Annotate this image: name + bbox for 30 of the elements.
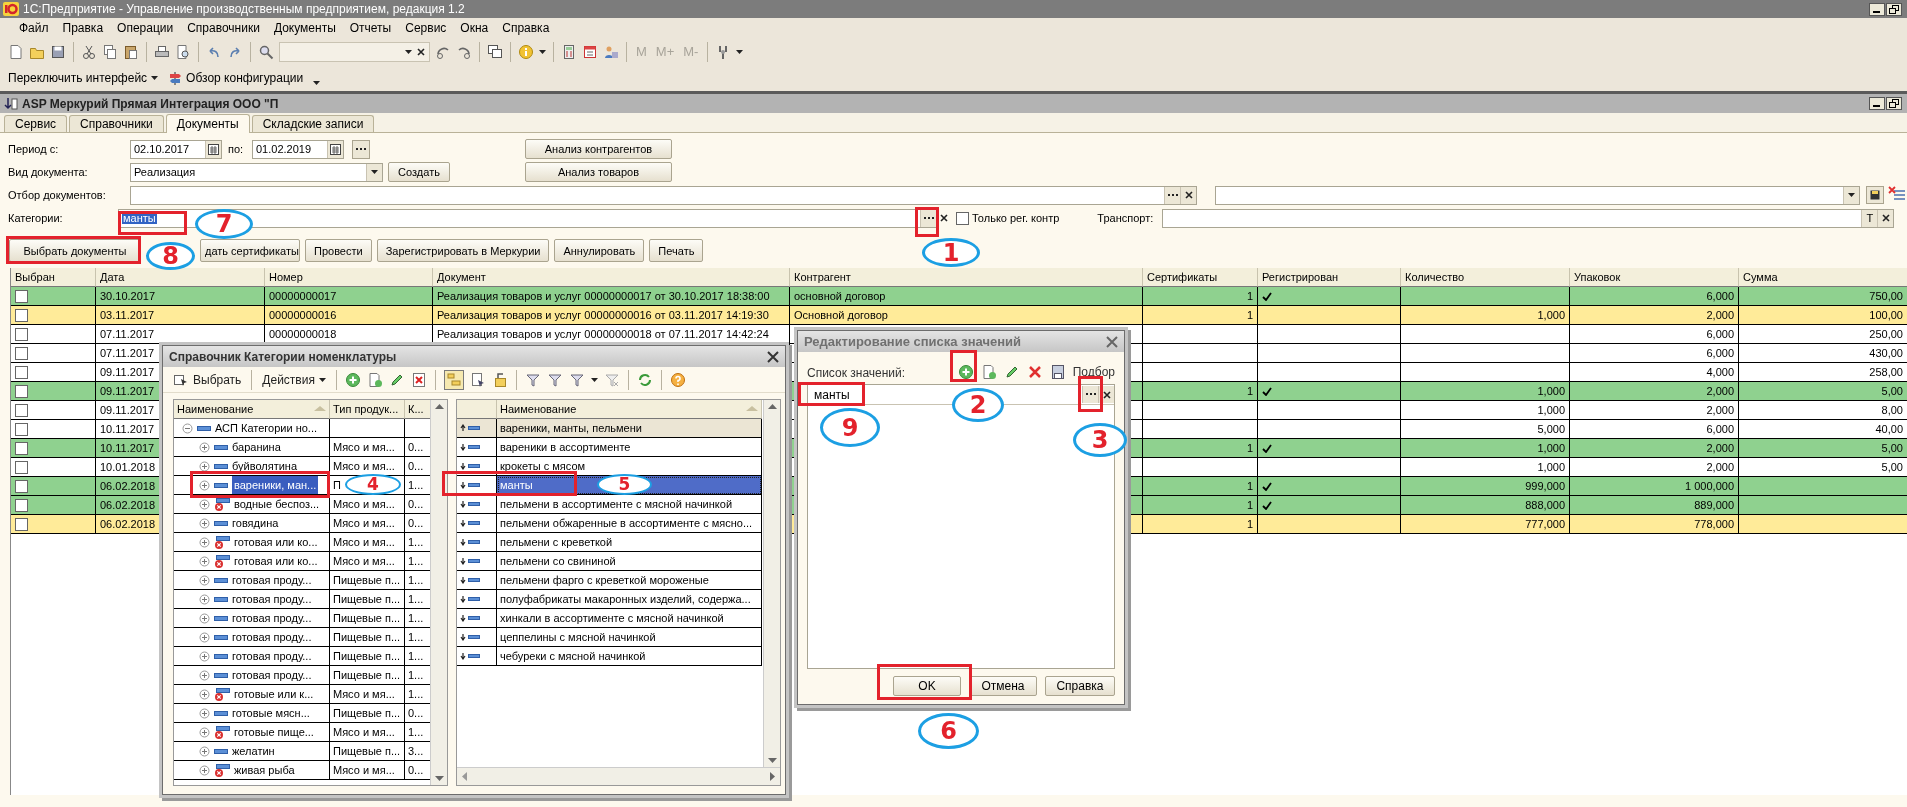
table-cell: Мясо и мя... (330, 685, 405, 704)
dialog-title: Редактирование списка значений (804, 334, 1022, 349)
table-cell: Пищевые п... (330, 742, 405, 761)
field-label: Категории: (8, 212, 64, 224)
table-cell: Пищевые п... (330, 628, 405, 647)
table-cell: 1 (1143, 515, 1258, 534)
field-label: Вид документа: (8, 166, 89, 178)
field-label: Список значений: (807, 366, 906, 380)
table-cell: Мясо и мя... (330, 761, 405, 780)
table-cell: Пищевые п... (330, 571, 405, 590)
table-cell: Мясо и мя... (330, 552, 405, 571)
table-cell: Мясо и мя... (330, 533, 405, 552)
checkbox-label: Только рег. контр (972, 212, 1060, 224)
field-label: Отбор документов: (8, 189, 107, 201)
table-cell: 777,000 (1401, 515, 1570, 534)
window-title: ASP Меркурий Прямая Интеграция ООО "П (22, 96, 280, 111)
window-title: 1С:Предприятие - Управление производственным предприятием, редакция 1.2 (23, 2, 466, 16)
table-cell: Мясо и мя... (330, 495, 405, 514)
table-cell: Пищевые п... (330, 609, 405, 628)
table-cell: Пищевые п... (330, 647, 405, 666)
table-cell: Пищевые п... (330, 590, 405, 609)
table-cell: Мясо и мя... (330, 723, 405, 742)
table-cell: Мясо и мя... (330, 438, 405, 457)
field-label: Период с: (8, 143, 60, 155)
table-cell: Мясо и мя... (330, 514, 405, 533)
table-cell: Пищевые п... (330, 666, 405, 685)
table-cell: Пищевые п... (330, 704, 405, 723)
table-cell: 778,000 (1570, 515, 1739, 534)
field-label: Транспорт: (1097, 212, 1155, 224)
field-label: по: (227, 143, 245, 155)
